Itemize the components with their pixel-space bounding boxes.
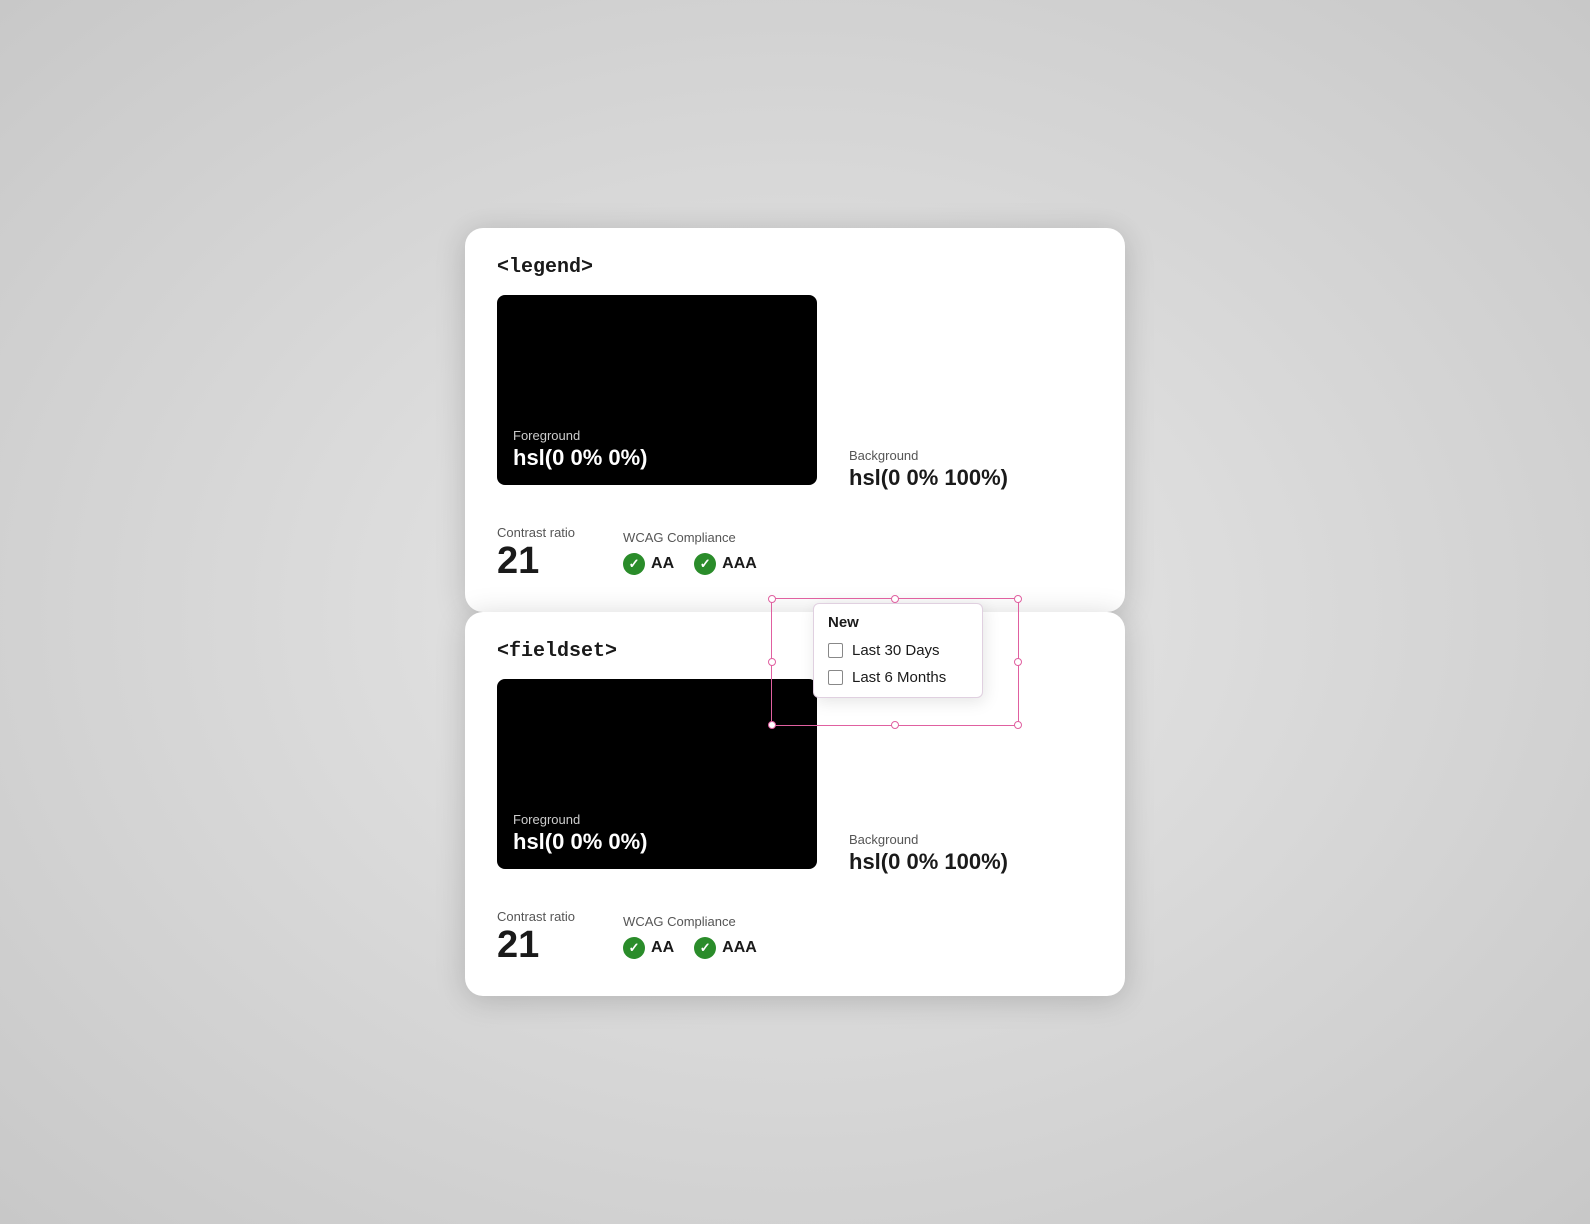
fieldset-contrast-value: 21 (497, 926, 575, 964)
checkbox-last30[interactable] (828, 643, 843, 658)
fieldset-badges: ✓ AA ✓ AAA (623, 937, 757, 959)
dropdown-header: New (814, 610, 982, 637)
legend-background-info: Background hsl(0 0% 100%) (849, 448, 1008, 505)
legend-bg-value: hsl(0 0% 100%) (849, 465, 1008, 491)
legend-aaa-badge: ✓ AAA (694, 553, 757, 575)
fieldset-aaa-badge: ✓ AAA (694, 937, 757, 959)
legend-aa-check-icon: ✓ (623, 553, 645, 575)
fieldset-fg-value: hsl(0 0% 0%) (513, 829, 648, 855)
legend-contrast-group: Contrast ratio 21 (497, 525, 575, 580)
fieldset-contrast-label: Contrast ratio (497, 909, 575, 924)
legend-bg-label: Background (849, 448, 1008, 463)
legend-aa-label: AA (651, 555, 674, 573)
fieldset-aaa-label: AAA (722, 939, 757, 957)
legend-compliance-group: WCAG Compliance ✓ AA ✓ AAA (623, 530, 757, 575)
checkbox-last6months[interactable] (828, 670, 843, 685)
fieldset-background-info: Background hsl(0 0% 100%) (849, 832, 1008, 889)
legend-fg-value: hsl(0 0% 0%) (513, 445, 648, 471)
fieldset-preview-section: Foreground hsl(0 0% 0%) Background hsl(0… (497, 679, 1093, 889)
fieldset-compliance-group: WCAG Compliance ✓ AA ✓ AAA (623, 914, 757, 959)
fieldset-foreground-labels: Foreground hsl(0 0% 0%) (513, 812, 648, 855)
legend-fg-label: Foreground (513, 428, 648, 443)
fieldset-aaa-check-icon: ✓ (694, 937, 716, 959)
legend-wcag-label: WCAG Compliance (623, 530, 757, 545)
dropdown-item-last30[interactable]: Last 30 Days (814, 637, 982, 664)
fieldset-bg-label: Background (849, 832, 1008, 847)
fieldset-card: <fieldset> Foreground hsl(0 0% 0%) Backg… (465, 612, 1125, 996)
fieldset-aa-badge: ✓ AA (623, 937, 674, 959)
legend-metrics-row: Contrast ratio 21 WCAG Compliance ✓ AA ✓… (497, 525, 1093, 580)
legend-card-title: <legend> (497, 256, 1093, 279)
dropdown-item-last30-label: Last 30 Days (852, 642, 940, 659)
fieldset-bg-value: hsl(0 0% 100%) (849, 849, 1008, 875)
legend-contrast-value: 21 (497, 542, 575, 580)
legend-card: <legend> Foreground hsl(0 0% 0%) Backgro… (465, 228, 1125, 612)
fieldset-aa-check-icon: ✓ (623, 937, 645, 959)
dropdown-item-last6months[interactable]: Last 6 Months (814, 664, 982, 691)
legend-aaa-label: AAA (722, 555, 757, 573)
legend-color-preview: Foreground hsl(0 0% 0%) (497, 295, 817, 485)
fieldset-wcag-label: WCAG Compliance (623, 914, 757, 929)
legend-aa-badge: ✓ AA (623, 553, 674, 575)
fieldset-fg-label: Foreground (513, 812, 648, 827)
dropdown-popup: New Last 30 Days Last 6 Months (813, 603, 983, 698)
fieldset-color-preview: Foreground hsl(0 0% 0%) (497, 679, 817, 869)
fieldset-contrast-group: Contrast ratio 21 (497, 909, 575, 964)
fieldset-metrics-row: Contrast ratio 21 WCAG Compliance ✓ AA ✓… (497, 909, 1093, 964)
legend-foreground-labels: Foreground hsl(0 0% 0%) (513, 428, 648, 471)
dropdown-item-last6months-label: Last 6 Months (852, 669, 946, 686)
cards-container: <legend> Foreground hsl(0 0% 0%) Backgro… (465, 228, 1125, 996)
legend-preview-section: Foreground hsl(0 0% 0%) Background hsl(0… (497, 295, 1093, 505)
fieldset-aa-label: AA (651, 939, 674, 957)
fieldset-card-title: <fieldset> (497, 640, 1093, 663)
legend-aaa-check-icon: ✓ (694, 553, 716, 575)
legend-badges: ✓ AA ✓ AAA (623, 553, 757, 575)
legend-contrast-label: Contrast ratio (497, 525, 575, 540)
